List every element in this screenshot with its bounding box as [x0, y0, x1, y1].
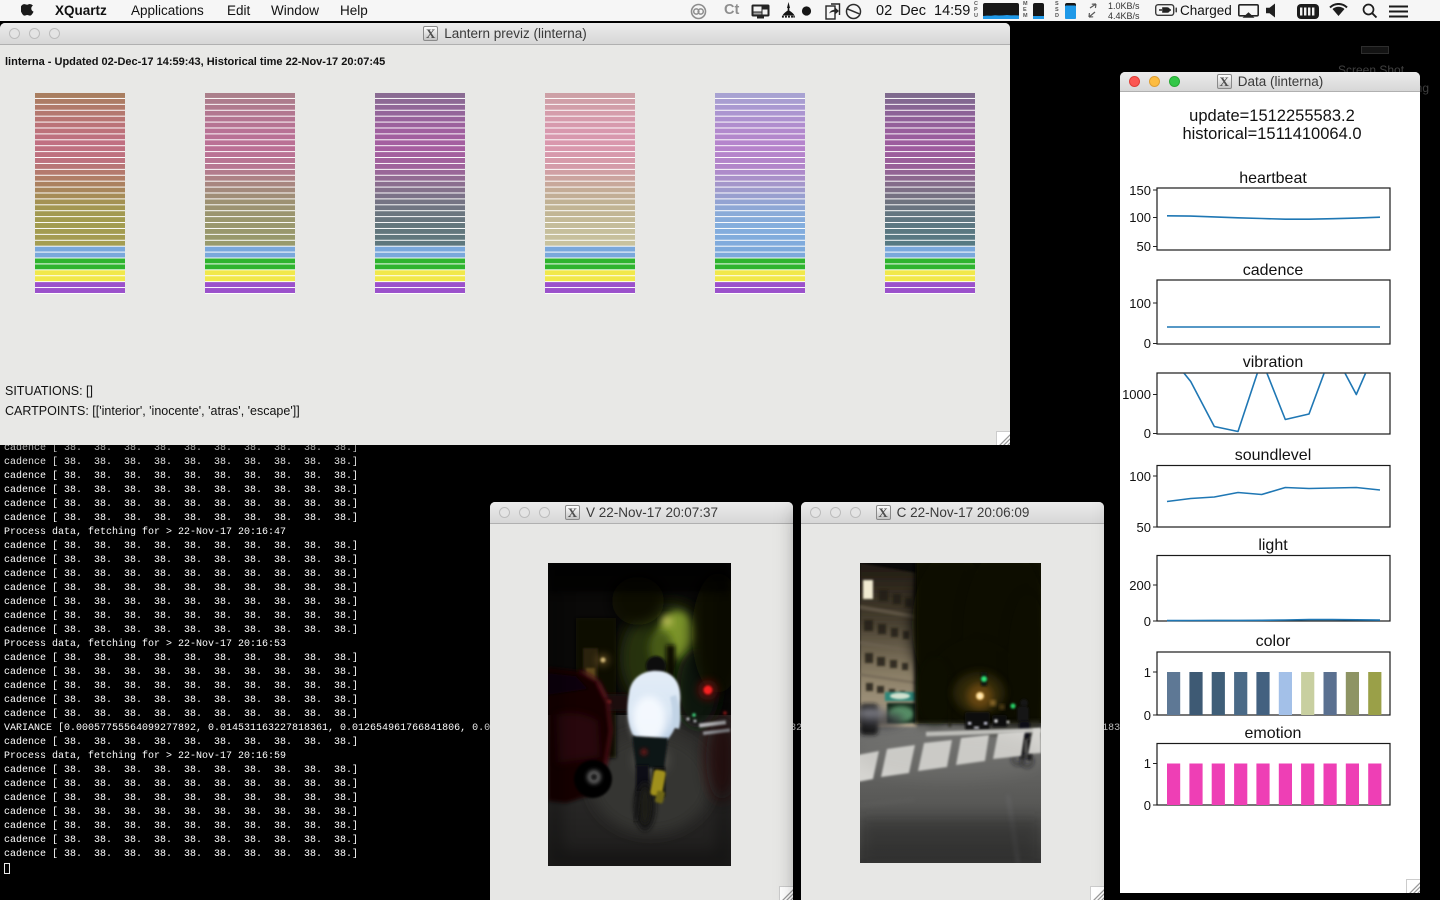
svg-text:heartbeat: heartbeat: [1239, 170, 1307, 187]
svg-text:0: 0: [1144, 708, 1151, 723]
svg-text:0: 0: [1144, 426, 1151, 441]
svg-text:soundlevel: soundlevel: [1235, 447, 1312, 464]
svg-text:200: 200: [1129, 578, 1151, 593]
svg-text:100: 100: [1129, 296, 1151, 311]
svg-text:color: color: [1256, 633, 1291, 650]
svg-text:light: light: [1258, 537, 1288, 554]
svg-text:cadence: cadence: [1243, 262, 1304, 279]
svg-text:1000: 1000: [1122, 387, 1151, 402]
svg-text:0: 0: [1144, 614, 1151, 629]
svg-text:emotion: emotion: [1245, 725, 1302, 742]
svg-text:update=1512255583.2: update=1512255583.2: [1189, 107, 1355, 125]
svg-text:1: 1: [1144, 665, 1151, 680]
svg-text:vibration: vibration: [1243, 354, 1303, 371]
svg-text:1: 1: [1144, 756, 1151, 771]
svg-text:historical=1511410064.0: historical=1511410064.0: [1182, 125, 1361, 143]
svg-text:0: 0: [1144, 798, 1151, 813]
svg-text:100: 100: [1129, 210, 1151, 225]
svg-text:100: 100: [1129, 469, 1151, 484]
svg-text:0: 0: [1144, 336, 1151, 351]
svg-text:50: 50: [1137, 520, 1151, 535]
svg-text:150: 150: [1129, 183, 1151, 198]
svg-text:50: 50: [1137, 239, 1151, 254]
